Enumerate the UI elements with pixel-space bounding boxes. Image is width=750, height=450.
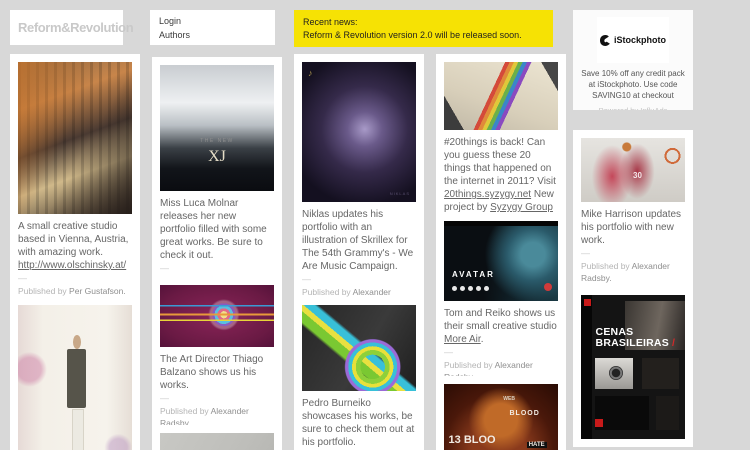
avatar-logo-text: AVATAR (452, 270, 495, 279)
post-title: A small creative studio based in Vienna,… (18, 220, 132, 272)
image-kicker-text: THE NEW (160, 138, 274, 144)
post-image-skrillex-illustration[interactable]: ♪ NIKLAS (302, 62, 416, 202)
word-web: WEB (503, 396, 515, 402)
camera-photo (595, 358, 633, 388)
post-image-colorful-burst[interactable] (160, 285, 274, 347)
post-image-paint-swirl[interactable] (302, 305, 416, 391)
post-title: The Art Director Thiago Balzano shows us… (160, 353, 274, 392)
model-figure (73, 335, 81, 349)
word-13bloo: 13 BLOO (449, 434, 496, 446)
divider: — (302, 275, 416, 284)
grammy-icon: ♪ (308, 68, 313, 78)
image-title-text: XJ (160, 148, 274, 166)
post-title: #20things is back! Can you guess these 2… (444, 136, 558, 214)
post-title-link-1[interactable]: 20things.syzygy.net (444, 189, 531, 200)
post-cenas-brasileiras: CENAS BRASILEIRAS / (573, 287, 693, 447)
post-image-papercraft-rainbow[interactable] (444, 62, 558, 130)
artist-watermark: NIKLAS (390, 191, 410, 196)
record-button-icon (544, 283, 552, 291)
leica-logo-icon (584, 299, 591, 306)
red-accent (595, 419, 603, 427)
post-image-jaguar-xj[interactable]: THE NEW XJ (160, 65, 274, 191)
powered-by-link[interactable]: Powered by InfluAds (573, 106, 693, 110)
news-body: Reform & Revolution version 2.0 will be … (303, 29, 544, 42)
logo-box: Reform&Revolution (10, 10, 123, 45)
site-title-text: CENAS BRASILEIRAS / (596, 327, 676, 350)
post-title-text: A small creative studio based in Vienna,… (18, 221, 128, 258)
post-title: Pedro Burneiko showcases his works, be s… (302, 397, 416, 449)
ad-brand-text: iStockphoto (614, 35, 666, 45)
ad-logo-panel[interactable]: iStockphoto (597, 17, 669, 63)
author-link[interactable]: Per Gustafson. (69, 286, 126, 296)
post-title-link-2[interactable]: Syzygy Group (490, 202, 553, 213)
divider: — (581, 249, 685, 258)
news-heading: Recent news: (303, 16, 544, 29)
post-title: Miss Luca Molnar releases her new portfo… (160, 197, 274, 262)
post-title: Tom and Reiko shows us their small creat… (444, 307, 558, 346)
post-blood-typography: BLOOD 13 BLOO HATE WEB (436, 376, 566, 450)
post-image-city-illustration[interactable] (18, 62, 132, 214)
divider: — (18, 274, 132, 283)
post-image-leica-website[interactable]: CENAS BRASILEIRAS / (581, 295, 685, 439)
silhouette-photo (642, 358, 678, 388)
word-hate: HATE (527, 442, 547, 448)
post-image-gray-plane[interactable] (160, 433, 274, 450)
post-title: Niklas updates his portfolio with an ill… (302, 208, 416, 273)
cultura-section (656, 396, 679, 431)
post-title-studio-link[interactable]: More Air (444, 334, 481, 345)
site-sidebar (581, 295, 592, 439)
news-banner: Recent news: Reform & Revolution version… (294, 10, 553, 47)
authors-link[interactable]: Authors (159, 29, 266, 43)
post-gray-image (152, 425, 282, 450)
social-icons (452, 286, 489, 291)
post-image-basketball-illustration[interactable]: 30 (581, 138, 685, 202)
post-pedro-burneiko: Pedro Burneiko showcases his works, be s… (294, 297, 424, 450)
post-image-fashion-model[interactable] (18, 305, 132, 450)
post-fashion-photo (10, 297, 140, 450)
divider: — (160, 394, 274, 403)
post-title: Mike Harrison updates his portfolio with… (581, 208, 685, 247)
page: Reform&Revolution Login Authors Recent n… (0, 0, 750, 450)
istockphoto-ad[interactable]: iStockphoto Save 10% off any credit pack… (573, 10, 693, 110)
divider: — (444, 348, 558, 357)
jersey-number: 30 (633, 171, 642, 180)
istockphoto-icon (600, 35, 611, 46)
post-title-url-link[interactable]: http://www.olschinsky.at/ (18, 260, 126, 271)
divider: — (160, 264, 274, 273)
header-nav: Login Authors (150, 10, 275, 45)
word-blood: BLOOD (509, 410, 539, 417)
login-link[interactable]: Login (159, 15, 266, 29)
post-meta-published: Published by Alexander Radsby. (581, 261, 685, 285)
post-image-avatar-website[interactable]: AVATAR (444, 221, 558, 301)
ad-body-text: Save 10% off any credit pack at iStockph… (580, 68, 686, 102)
site-logo[interactable]: Reform&Revolution (18, 20, 133, 35)
post-image-typography-portrait[interactable]: BLOOD 13 BLOO HATE WEB (444, 384, 558, 450)
